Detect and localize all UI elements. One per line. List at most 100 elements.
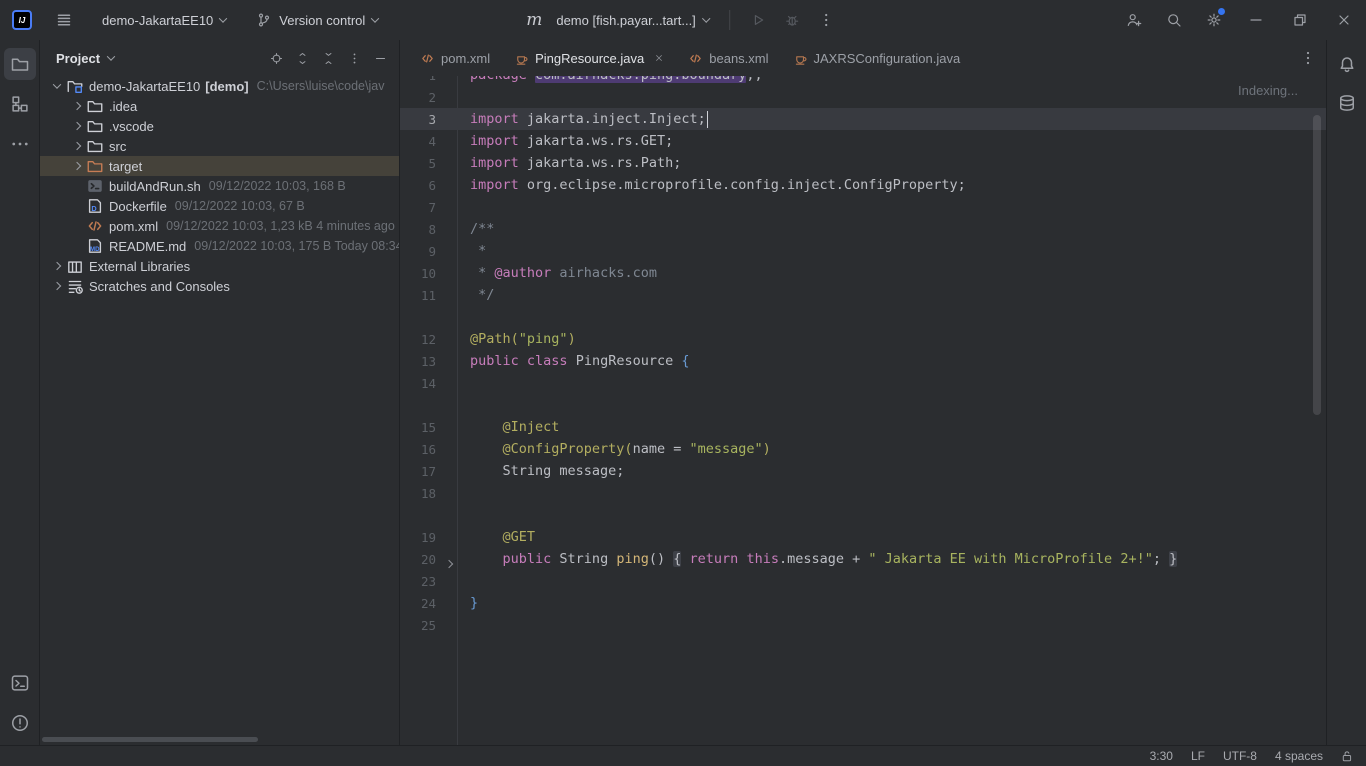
code-line-14[interactable]: 14 <box>400 372 1326 394</box>
locate-file-button[interactable] <box>263 45 289 71</box>
code-line-12[interactable]: 12@Path("ping") <box>400 328 1326 350</box>
tree-item-README.md[interactable]: MDREADME.md09/12/2022 10:03, 175 B Today… <box>40 236 399 256</box>
tree-item-External Libraries[interactable]: External Libraries <box>40 256 399 276</box>
tab-pom.xml[interactable]: pom.xml <box>408 40 502 76</box>
vcs-widget[interactable]: Version control <box>250 8 384 32</box>
gutter-line-number[interactable]: 13 <box>400 354 457 369</box>
collapse-all-button[interactable] <box>315 45 341 71</box>
code-line-2[interactable]: 2 <box>400 86 1326 108</box>
window-restore-button[interactable] <box>1278 0 1322 40</box>
caret-position-widget[interactable]: 3:30 <box>1150 749 1173 763</box>
code-line-15[interactable]: 15 @Inject <box>400 416 1326 438</box>
gutter-line-number[interactable]: 4 <box>400 134 457 149</box>
tree-chevron-icon[interactable] <box>68 103 86 109</box>
code-line-1[interactable]: 1package com.airhacks.ping.boundary;; <box>400 76 1326 86</box>
horizontal-scrollbar[interactable] <box>42 737 258 742</box>
editor-scrollbar[interactable] <box>1313 115 1321 415</box>
tree-item-target[interactable]: target <box>40 156 399 176</box>
tree-item-demo-JakartaEE10[interactable]: demo-JakartaEE10[demo]C:\Users\luise\cod… <box>40 76 399 96</box>
tree-item-.idea[interactable]: .idea <box>40 96 399 116</box>
code-line-10[interactable]: 10 * @author airhacks.com <box>400 262 1326 284</box>
code-inlay-spacer[interactable] <box>400 504 1326 526</box>
tree-chevron-icon[interactable] <box>48 283 66 289</box>
gutter-line-number[interactable]: 23 <box>400 574 457 589</box>
tree-item-buildAndRun.sh[interactable]: buildAndRun.sh09/12/2022 10:03, 168 B <box>40 176 399 196</box>
gutter-line-number[interactable]: 2 <box>400 90 457 105</box>
panel-options-button[interactable] <box>341 45 367 71</box>
tab-PingResource.java[interactable]: PingResource.java <box>502 40 676 76</box>
encoding-widget[interactable]: UTF-8 <box>1223 749 1257 763</box>
app-logo-icon[interactable]: IJ <box>12 10 32 30</box>
terminal-tool-button[interactable] <box>4 667 36 699</box>
project-tool-button[interactable] <box>4 48 36 80</box>
gutter-line-number[interactable]: 25 <box>400 618 457 633</box>
code-line-5[interactable]: 5import jakarta.ws.rs.Path; <box>400 152 1326 174</box>
gutter-line-number[interactable]: 5 <box>400 156 457 171</box>
code-line-8[interactable]: 8/** <box>400 218 1326 240</box>
gutter-line-number[interactable]: 15 <box>400 420 457 435</box>
main-menu-button[interactable] <box>50 6 78 34</box>
gutter-line-number[interactable]: 17 <box>400 464 457 479</box>
unlock-icon[interactable] <box>1341 750 1354 763</box>
code-line-16[interactable]: 16 @ConfigProperty(name = "message") <box>400 438 1326 460</box>
fold-arrow-icon[interactable] <box>446 555 452 570</box>
run-config-selector[interactable]: demo [fish.payar...tart...] <box>550 9 714 32</box>
code-line-24[interactable]: 24} <box>400 592 1326 614</box>
code-with-me-button[interactable] <box>1114 0 1154 40</box>
gutter-line-number[interactable]: 16 <box>400 442 457 457</box>
code-line-25[interactable]: 25 <box>400 614 1326 636</box>
gutter-line-number[interactable]: 18 <box>400 486 457 501</box>
indent-widget[interactable]: 4 spaces <box>1275 749 1323 763</box>
tree-item-src[interactable]: src <box>40 136 399 156</box>
code-editor[interactable]: 1package com.airhacks.ping.boundary;; 2 3i… <box>400 76 1326 745</box>
more-run-actions-button[interactable] <box>812 6 840 34</box>
editor-options-button[interactable] <box>1298 44 1326 72</box>
debug-button[interactable] <box>778 6 806 34</box>
project-selector[interactable]: demo-JakartaEE10 <box>96 9 232 32</box>
tree-item-.vscode[interactable]: .vscode <box>40 116 399 136</box>
close-tab-icon[interactable] <box>654 53 664 63</box>
code-line-18[interactable]: 18 <box>400 482 1326 504</box>
gutter-line-number[interactable]: 10 <box>400 266 457 281</box>
problems-tool-button[interactable] <box>4 707 36 739</box>
code-line-3[interactable]: 3import jakarta.inject.Inject; <box>400 108 1326 130</box>
code-line-13[interactable]: 13public class PingResource { <box>400 350 1326 372</box>
tab-beans.xml[interactable]: beans.xml <box>676 40 780 76</box>
line-separator-widget[interactable]: LF <box>1191 749 1205 763</box>
tree-item-pom.xml[interactable]: pom.xml09/12/2022 10:03, 1,23 kB 4 minut… <box>40 216 399 236</box>
gutter-line-number[interactable]: 19 <box>400 530 457 545</box>
gutter-line-number[interactable]: 11 <box>400 288 457 303</box>
more-tool-windows-button[interactable] <box>4 128 36 160</box>
structure-tool-button[interactable] <box>4 88 36 120</box>
run-button[interactable] <box>744 6 772 34</box>
code-line-23[interactable]: 23 <box>400 570 1326 592</box>
gutter-line-number[interactable]: 7 <box>400 200 457 215</box>
code-line-9[interactable]: 9 * <box>400 240 1326 262</box>
gutter-line-number[interactable]: 12 <box>400 332 457 347</box>
code-line-11[interactable]: 11 */ <box>400 284 1326 306</box>
hide-panel-button[interactable] <box>367 45 393 71</box>
tree-chevron-icon[interactable] <box>68 123 86 129</box>
code-inlay-spacer[interactable] <box>400 306 1326 328</box>
tree-item-Dockerfile[interactable]: DDockerfile09/12/2022 10:03, 67 B <box>40 196 399 216</box>
code-line-6[interactable]: 6import org.eclipse.microprofile.config.… <box>400 174 1326 196</box>
tree-chevron-icon[interactable] <box>48 83 66 89</box>
tree-chevron-icon[interactable] <box>68 143 86 149</box>
notifications-tool-button[interactable] <box>1331 48 1363 80</box>
gutter-line-number[interactable]: 20 <box>400 552 457 567</box>
gutter-line-number[interactable]: 14 <box>400 376 457 391</box>
code-line-7[interactable]: 7 <box>400 196 1326 218</box>
gutter-line-number[interactable]: 1 <box>400 76 457 83</box>
settings-button[interactable] <box>1194 0 1234 40</box>
window-close-button[interactable] <box>1322 0 1366 40</box>
code-line-4[interactable]: 4import jakarta.ws.rs.GET; <box>400 130 1326 152</box>
gutter-line-number[interactable]: 8 <box>400 222 457 237</box>
code-line-19[interactable]: 19 @GET <box>400 526 1326 548</box>
gutter-line-number[interactable]: 6 <box>400 178 457 193</box>
gutter-line-number[interactable]: 24 <box>400 596 457 611</box>
tree-chevron-icon[interactable] <box>48 263 66 269</box>
expand-all-button[interactable] <box>289 45 315 71</box>
tab-JAXRSConfiguration.java[interactable]: JAXRSConfiguration.java <box>781 40 973 76</box>
gutter-line-number[interactable]: 3 <box>400 112 457 127</box>
tree-chevron-icon[interactable] <box>68 163 86 169</box>
